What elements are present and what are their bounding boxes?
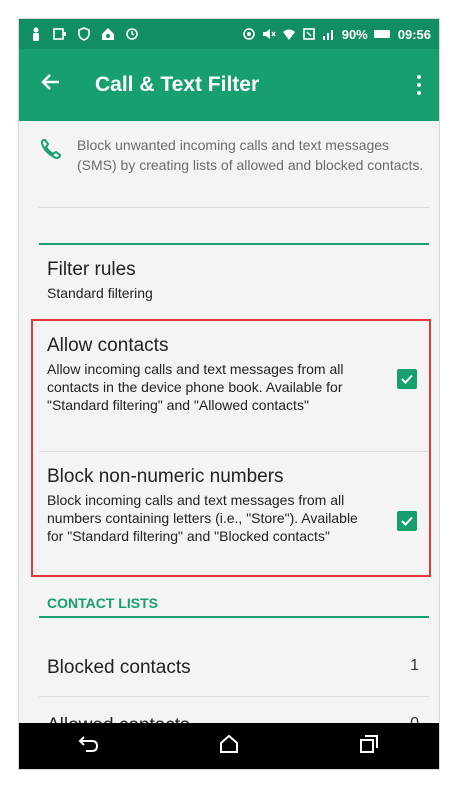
filter-rules-setting[interactable]: Filter rules Standard filtering <box>47 259 153 301</box>
signal-icon <box>322 30 333 40</box>
allow-contacts-description: Allow incoming calls and text messages f… <box>47 361 344 413</box>
shield-icon <box>78 27 90 41</box>
section-divider <box>39 243 429 245</box>
back-nav-icon <box>78 735 99 752</box>
list-divider <box>39 696 429 697</box>
home-security-icon <box>102 28 114 40</box>
blocked-contacts-count: 1 <box>410 657 419 674</box>
person-icon <box>33 27 39 41</box>
target-icon <box>242 28 255 40</box>
block-non-numeric-checkbox[interactable] <box>397 511 417 531</box>
block-non-numeric-setting[interactable]: Block non-numeric numbers Block incoming… <box>47 466 417 545</box>
intro-text: Block unwanted incoming calls and text m… <box>77 137 424 173</box>
contact-lists-header: CONTACT LISTS <box>47 595 158 611</box>
filter-rules-title: Filter rules <box>47 259 136 280</box>
home-icon <box>220 734 238 753</box>
home-nav-button[interactable] <box>218 733 240 760</box>
allow-contacts-title: Allow contacts <box>47 335 169 356</box>
mute-icon <box>262 29 276 39</box>
sync-icon <box>126 28 138 40</box>
section-divider <box>39 616 429 618</box>
filter-rules-value: Standard filtering <box>47 285 153 301</box>
app-bar: Call & Text Filter <box>19 49 439 121</box>
allow-contacts-checkbox[interactable] <box>397 369 417 389</box>
checkmark-icon <box>401 374 413 384</box>
blocked-contacts-item[interactable]: Blocked contacts 1 <box>47 657 419 679</box>
recents-nav-button[interactable] <box>358 733 380 760</box>
divider <box>39 207 429 208</box>
phone-icon <box>40 139 62 160</box>
navigation-bar <box>19 723 439 769</box>
phone-screen: 90% 09:56 Call & Text Filter Block unwan… <box>18 18 440 770</box>
option-divider <box>39 451 429 452</box>
data-icon <box>302 28 315 40</box>
blocked-contacts-label: Blocked contacts <box>47 657 191 678</box>
block-non-numeric-title: Block non-numeric numbers <box>47 466 284 487</box>
recents-icon <box>360 734 378 753</box>
battery-percent: 90% <box>341 26 368 42</box>
block-non-numeric-description: Block incoming calls and text messages f… <box>47 492 358 544</box>
wifi-icon <box>282 29 295 40</box>
back-nav-button[interactable] <box>78 733 100 760</box>
clock: 09:56 <box>397 26 431 42</box>
overflow-menu-icon[interactable] <box>411 75 427 95</box>
status-bar: 90% 09:56 <box>19 19 439 49</box>
intro-section: Block unwanted incoming calls and text m… <box>39 135 429 175</box>
page-title: Call & Text Filter <box>95 73 260 96</box>
checkmark-icon <box>401 516 413 526</box>
settings-content: Block unwanted incoming calls and text m… <box>19 121 439 736</box>
allow-contacts-setting[interactable]: Allow contacts Allow incoming calls and … <box>47 335 417 414</box>
device-icon <box>53 28 66 40</box>
back-arrow-icon <box>41 74 59 90</box>
battery-icon <box>373 30 390 38</box>
back-button[interactable] <box>19 71 77 99</box>
